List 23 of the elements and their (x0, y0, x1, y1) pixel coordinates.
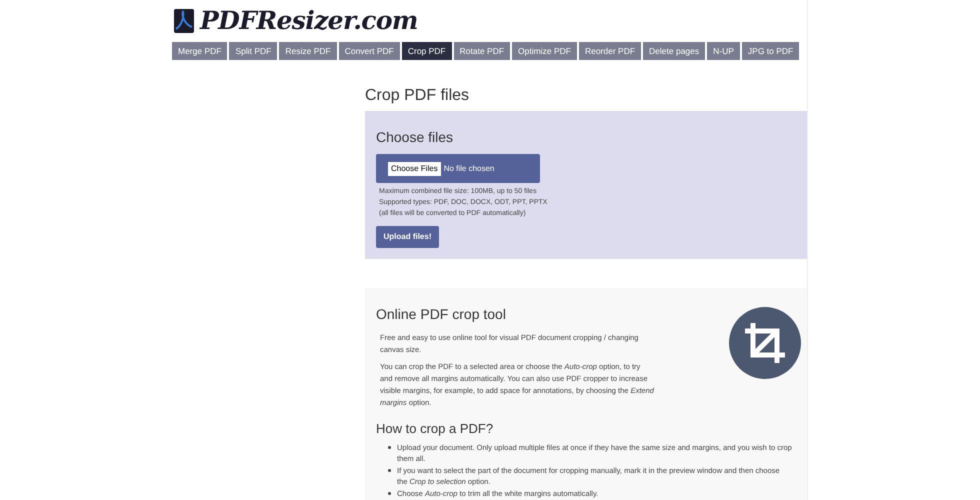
nav-tab[interactable]: Crop PDF (402, 42, 452, 60)
file-input[interactable]: Choose Files No file chosen (376, 154, 540, 183)
upload-button[interactable]: Upload files! (376, 226, 439, 248)
nav-tab[interactable]: Optimize PDF (512, 42, 577, 60)
bullet-icon (388, 446, 391, 448)
nav-tab[interactable]: JPG to PDF (742, 42, 800, 60)
page-title: Crop PDF files (365, 86, 470, 106)
nav-tab[interactable]: Convert PDF (338, 42, 400, 60)
nav-tab[interactable]: Rotate PDF (454, 42, 510, 60)
nav-tab[interactable]: Delete pages (643, 42, 706, 60)
section-heading: How to crop a PDF? (376, 420, 494, 438)
section-heading: Online PDF crop tool (376, 305, 507, 324)
nav-tab[interactable]: Reorder PDF (578, 42, 642, 60)
nav-tab[interactable]: Resize PDF (279, 42, 337, 60)
bullet-icon (388, 492, 391, 494)
logo-text: PDFResizer.com (200, 5, 418, 38)
nav-tab[interactable]: Split PDF (229, 42, 278, 60)
crop-icon (729, 307, 801, 379)
nav-tab[interactable]: N-UP (707, 42, 740, 60)
bullet-icon (388, 468, 391, 472)
nav-tab[interactable]: Merge PDF (172, 42, 228, 60)
logo-icon (172, 7, 196, 35)
upload-heading: Choose files (376, 128, 454, 147)
